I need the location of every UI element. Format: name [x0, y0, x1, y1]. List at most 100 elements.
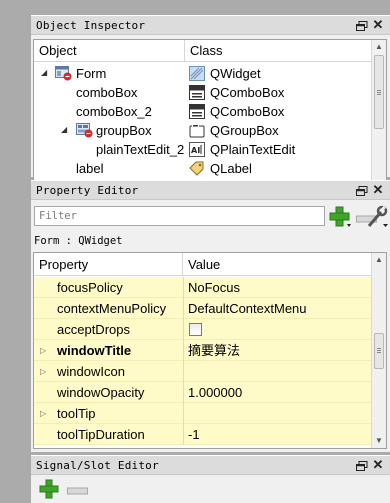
property-table-header: Property Value: [34, 253, 372, 276]
scroll-up-icon[interactable]: ▲: [372, 253, 386, 267]
signal-slot-editor-title: Signal/Slot Editor: [36, 459, 159, 472]
layout-icon: [76, 123, 93, 138]
grip-line: [377, 350, 381, 351]
expand-arrow-icon[interactable]: ▷: [40, 367, 46, 376]
wrench-icon[interactable]: [365, 205, 389, 229]
property-value[interactable]: -1: [188, 424, 200, 445]
column-divider: [183, 382, 184, 403]
close-icon[interactable]: ✕: [372, 18, 384, 31]
qcombobox-icon: [189, 85, 205, 100]
close-icon[interactable]: ✕: [372, 458, 384, 471]
property-row-windowopacity[interactable]: windowOpacity 1.000000: [34, 382, 372, 403]
grip-line: [377, 94, 381, 95]
qwidget-icon: [189, 66, 205, 81]
column-header-value[interactable]: Value: [183, 253, 372, 276]
property-row-windowicon[interactable]: ▷ windowIcon: [34, 361, 372, 382]
object-tree-header: Object Class: [34, 40, 372, 62]
qplaintextedit-icon: AI: [189, 142, 205, 157]
accept-drops-checkbox[interactable]: [189, 323, 202, 336]
column-divider: [183, 403, 184, 424]
property-value[interactable]: DefaultContextMenu: [188, 298, 307, 319]
column-header-object[interactable]: Object: [34, 40, 185, 62]
grip-line: [377, 90, 381, 91]
signal-slot-editor-dock: Signal/Slot Editor ✕: [31, 455, 390, 503]
property-row-acceptdrops[interactable]: acceptDrops: [34, 319, 372, 340]
column-header-property[interactable]: Property: [34, 253, 183, 276]
tree-item-class: QComboBox: [210, 104, 285, 119]
property-value[interactable]: NoFocus: [188, 277, 240, 298]
add-property-button[interactable]: [328, 205, 352, 229]
property-row-focuspolicy[interactable]: focusPolicy NoFocus: [34, 277, 372, 298]
tree-item-name: label: [76, 161, 104, 176]
property-editor-title: Property Editor: [36, 184, 139, 197]
tree-item-class: QComboBox: [210, 85, 285, 100]
tree-item-name: Form: [76, 66, 107, 81]
filter-input[interactable]: Filter: [34, 206, 325, 226]
property-value[interactable]: 1.000000: [188, 382, 242, 403]
property-editor-dock: Property Editor ✕ Filter Form : QWidget …: [31, 180, 390, 452]
tree-row-combobox-2[interactable]: comboBox_2 QComboBox: [34, 102, 372, 121]
tree-item-class: QLabel: [210, 161, 252, 176]
property-row-tooltipduration[interactable]: toolTipDuration -1: [34, 424, 372, 445]
expand-arrow-icon[interactable]: ▷: [40, 409, 46, 418]
expand-arrow-icon[interactable]: ▷: [40, 346, 46, 355]
tree-item-class: QPlainTextEdit: [210, 142, 296, 157]
tree-item-class: QWidget: [210, 66, 261, 81]
signal-slot-editor-titlebar[interactable]: Signal/Slot Editor ✕: [31, 455, 390, 475]
tree-row-combobox[interactable]: comboBox QComboBox: [34, 83, 372, 102]
property-name: windowOpacity: [57, 385, 145, 400]
object-tree-scrollbar[interactable]: ▲ ▼: [371, 40, 386, 193]
svg-text:AI: AI: [191, 146, 200, 155]
property-name: toolTipDuration: [57, 427, 145, 442]
property-row-tooltip[interactable]: ▷ toolTip: [34, 403, 372, 424]
expand-arrow-icon[interactable]: ◢: [41, 68, 47, 77]
filter-toolbar: Filter: [31, 201, 390, 231]
remove-connection-button[interactable]: [67, 484, 89, 495]
grip-line: [377, 348, 381, 349]
float-icon[interactable]: [356, 185, 368, 196]
tree-row-form[interactable]: ◢ Form QWidget: [34, 64, 372, 83]
property-table: Property Value focusPolicy NoFocus conte…: [33, 252, 387, 449]
property-name: acceptDrops: [57, 322, 130, 337]
object-inspector-dock: Object Inspector ✕ Object Class ◢ Form Q…: [31, 15, 390, 194]
property-row-windowtitle[interactable]: ▷ windowTitle 摘要算法: [34, 340, 372, 361]
property-row-contextmenupolicy[interactable]: contextMenuPolicy DefaultContextMenu: [34, 298, 372, 319]
selected-object-caption: Form : QWidget: [34, 235, 123, 247]
tree-item-class: QGroupBox: [210, 123, 279, 138]
left-panel-strip: [0, 0, 29, 503]
scrollbar-thumb[interactable]: [374, 55, 384, 129]
column-divider: [183, 298, 184, 319]
column-divider: [183, 424, 184, 445]
add-connection-button[interactable]: [38, 478, 60, 500]
expand-arrow-icon[interactable]: ◢: [61, 125, 67, 134]
property-value[interactable]: 摘要算法: [188, 340, 240, 361]
grip-line: [377, 352, 381, 353]
close-icon[interactable]: ✕: [372, 183, 384, 196]
scroll-down-icon[interactable]: ▼: [372, 434, 386, 448]
object-inspector-titlebar[interactable]: Object Inspector ✕: [31, 15, 390, 35]
qlabel-icon: [189, 161, 205, 176]
column-divider: [183, 319, 184, 340]
property-name: toolTip: [57, 406, 96, 421]
qcombobox-icon: [189, 104, 205, 119]
tree-row-groupbox[interactable]: ◢ groupBox QGroupBox: [34, 121, 372, 140]
column-divider: [183, 340, 184, 361]
tree-row-label[interactable]: label QLabel: [34, 159, 372, 178]
tree-item-name: comboBox_2: [76, 104, 152, 119]
property-editor-titlebar[interactable]: Property Editor ✕: [31, 180, 390, 200]
grip-line: [377, 92, 381, 93]
scrollbar-thumb[interactable]: [374, 333, 384, 369]
float-icon[interactable]: [356, 460, 368, 471]
column-divider: [183, 277, 184, 298]
tree-item-name: plainTextEdit_2: [96, 142, 185, 157]
property-name: focusPolicy: [57, 280, 123, 295]
column-divider: [183, 361, 184, 382]
float-icon[interactable]: [356, 20, 368, 31]
tree-row-plaintextedit-2[interactable]: plainTextEdit_2 AI QPlainTextEdit: [34, 140, 372, 159]
scroll-up-icon[interactable]: ▲: [372, 40, 386, 54]
tree-item-name: comboBox: [76, 85, 138, 100]
property-name: windowIcon: [57, 364, 125, 379]
property-table-scrollbar[interactable]: ▲ ▼: [371, 253, 386, 448]
column-header-class[interactable]: Class: [185, 40, 372, 62]
qgroupbox-icon: [189, 123, 205, 138]
